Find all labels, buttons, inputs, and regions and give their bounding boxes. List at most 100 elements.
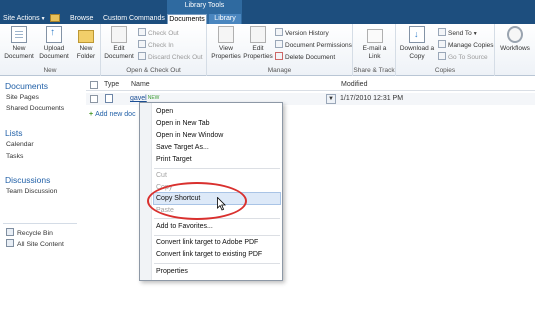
ribbon: New Document Upload Document New Folder … — [0, 24, 535, 76]
ribbon-group-share-track: E-mail a Link Share & Track — [353, 24, 396, 76]
tab-documents[interactable]: Documents — [167, 14, 207, 24]
list-header-row: Type Name Modified — [86, 78, 535, 91]
new-badge: NEW — [147, 95, 160, 101]
menu-separator — [154, 263, 280, 264]
discard-check-out-button[interactable]: Discard Check Out — [138, 52, 203, 62]
menu-item-convert-adobe-pdf[interactable]: Convert link target to Adobe PDF — [156, 239, 258, 246]
email-link-label: E-mail a Link — [362, 45, 387, 60]
ql-item-all-site-content[interactable]: All Site Content — [6, 239, 64, 248]
menu-item-properties[interactable]: Properties — [156, 268, 188, 275]
ribbon-tab-strip: Library Tools Site Actions▼ Browse Custo… — [0, 0, 535, 24]
library-tools-label: Library Tools — [184, 2, 225, 9]
menu-item-add-to-favorites[interactable]: Add to Favorites... — [156, 223, 213, 230]
download-copy-button[interactable]: Download a Copy — [398, 26, 436, 61]
select-all-checkbox[interactable] — [90, 81, 98, 91]
tab-library[interactable]: Library — [209, 14, 241, 24]
edit-properties-button[interactable]: Edit Properties — [243, 26, 273, 61]
edit-properties-label: Edit Properties — [243, 45, 273, 60]
ql-heading-documents[interactable]: Documents — [5, 81, 48, 91]
check-out-label: Check Out — [148, 30, 179, 37]
edit-document-label: Edit Document — [104, 45, 134, 60]
document-name-link[interactable]: gavelNEW — [130, 95, 159, 102]
go-to-source-icon — [438, 52, 446, 60]
menu-item-open-new-tab[interactable]: Open in New Tab — [156, 120, 210, 127]
col-header-name[interactable]: Name — [131, 81, 150, 88]
version-history-label: Version History — [285, 30, 329, 37]
plus-icon: + — [89, 111, 94, 118]
menu-item-open-new-window[interactable]: Open in New Window — [156, 132, 223, 139]
ql-item-shared-documents[interactable]: Shared Documents — [6, 105, 64, 112]
menu-icon-gutter — [140, 103, 152, 280]
group-label-open-checkout: Open & Check Out — [126, 67, 181, 74]
col-header-type[interactable]: Type — [104, 81, 119, 88]
ql-item-site-pages[interactable]: Site Pages — [6, 94, 39, 101]
check-in-button[interactable]: Check In — [138, 40, 174, 50]
version-history-icon — [275, 28, 283, 36]
item-menu-dropdown[interactable]: ▼ — [326, 94, 336, 104]
group-label-manage: Manage — [267, 67, 292, 74]
ribbon-group-new: New Document Upload Document New Folder … — [0, 24, 101, 76]
view-properties-label: View Properties — [211, 45, 241, 60]
email-icon — [366, 29, 383, 43]
delete-document-button[interactable]: Delete Document — [275, 52, 335, 62]
mouse-pointer-icon — [217, 197, 226, 211]
edit-document-button[interactable]: Edit Document — [104, 26, 134, 61]
go-to-source-button[interactable]: Go To Source — [438, 52, 488, 62]
site-actions-menu[interactable]: Site Actions▼ — [3, 13, 46, 24]
all-site-content-icon — [6, 239, 14, 247]
menu-item-cut: Cut — [156, 172, 167, 179]
delete-icon — [275, 52, 283, 60]
new-document-button[interactable]: New Document — [2, 26, 36, 61]
edit-document-icon — [111, 26, 127, 43]
row-checkbox[interactable] — [90, 95, 98, 105]
manage-copies-button[interactable]: Manage Copies — [438, 40, 494, 50]
upload-document-button[interactable]: Upload Document — [38, 26, 70, 61]
check-out-button[interactable]: Check Out — [138, 28, 179, 38]
col-header-modified[interactable]: Modified — [341, 81, 367, 88]
new-folder-button[interactable]: New Folder — [73, 26, 99, 61]
upload-document-label: Upload Document — [39, 45, 69, 60]
discard-check-out-label: Discard Check Out — [148, 54, 203, 61]
send-to-button[interactable]: Send To▼ — [438, 28, 478, 39]
navigate-up-icon[interactable] — [50, 14, 60, 22]
menu-item-convert-existing-pdf[interactable]: Convert link target to existing PDF — [156, 251, 262, 258]
send-to-icon — [438, 28, 446, 36]
ribbon-group-open-checkout: Edit Document Check Out Check In Discard… — [101, 24, 207, 76]
ql-divider — [3, 223, 77, 224]
group-label-share-track: Share & Track — [353, 67, 395, 74]
manage-copies-label: Manage Copies — [448, 42, 494, 49]
ql-item-recycle-bin[interactable]: Recycle Bin — [6, 228, 53, 237]
tab-custom-commands[interactable]: Custom Commands — [103, 13, 165, 24]
download-icon — [409, 26, 425, 43]
menu-item-open[interactable]: Open — [156, 108, 173, 115]
ql-item-tasks[interactable]: Tasks — [6, 153, 23, 160]
check-out-icon — [138, 28, 146, 36]
quick-launch: Documents Site Pages Shared Documents Li… — [0, 77, 82, 317]
tab-browse[interactable]: Browse — [70, 13, 93, 24]
ql-heading-discussions[interactable]: Discussions — [5, 175, 50, 185]
permissions-icon — [275, 40, 283, 48]
recycle-bin-label: Recycle Bin — [17, 230, 53, 237]
group-label-copies: Copies — [434, 67, 456, 74]
email-link-button[interactable]: E-mail a Link — [356, 26, 393, 61]
document-permissions-label: Document Permissions — [285, 42, 352, 49]
menu-item-print-target[interactable]: Print Target — [156, 156, 192, 163]
menu-item-save-target-as[interactable]: Save Target As... — [156, 144, 209, 151]
menu-separator — [154, 235, 280, 236]
version-history-button[interactable]: Version History — [275, 28, 329, 38]
workflows-label: Workflows — [500, 45, 530, 52]
check-in-label: Check In — [148, 42, 174, 49]
view-properties-button[interactable]: View Properties — [209, 26, 243, 61]
ql-item-calendar[interactable]: Calendar — [6, 141, 34, 148]
view-properties-icon — [218, 26, 234, 43]
ribbon-group-manage: View Properties Edit Properties Version … — [207, 24, 353, 76]
send-to-label: Send To — [448, 30, 472, 37]
modified-date: 1/17/2010 12:31 PM — [340, 95, 404, 102]
document-permissions-button[interactable]: Document Permissions — [275, 40, 352, 50]
workflows-button[interactable]: Workflows — [497, 26, 533, 53]
add-new-document-link[interactable]: + Add new doc — [89, 111, 136, 118]
ql-heading-lists[interactable]: Lists — [5, 128, 22, 138]
go-to-source-label: Go To Source — [448, 54, 488, 61]
ql-item-team-discussion[interactable]: Team Discussion — [6, 188, 57, 195]
folder-icon — [78, 30, 94, 43]
